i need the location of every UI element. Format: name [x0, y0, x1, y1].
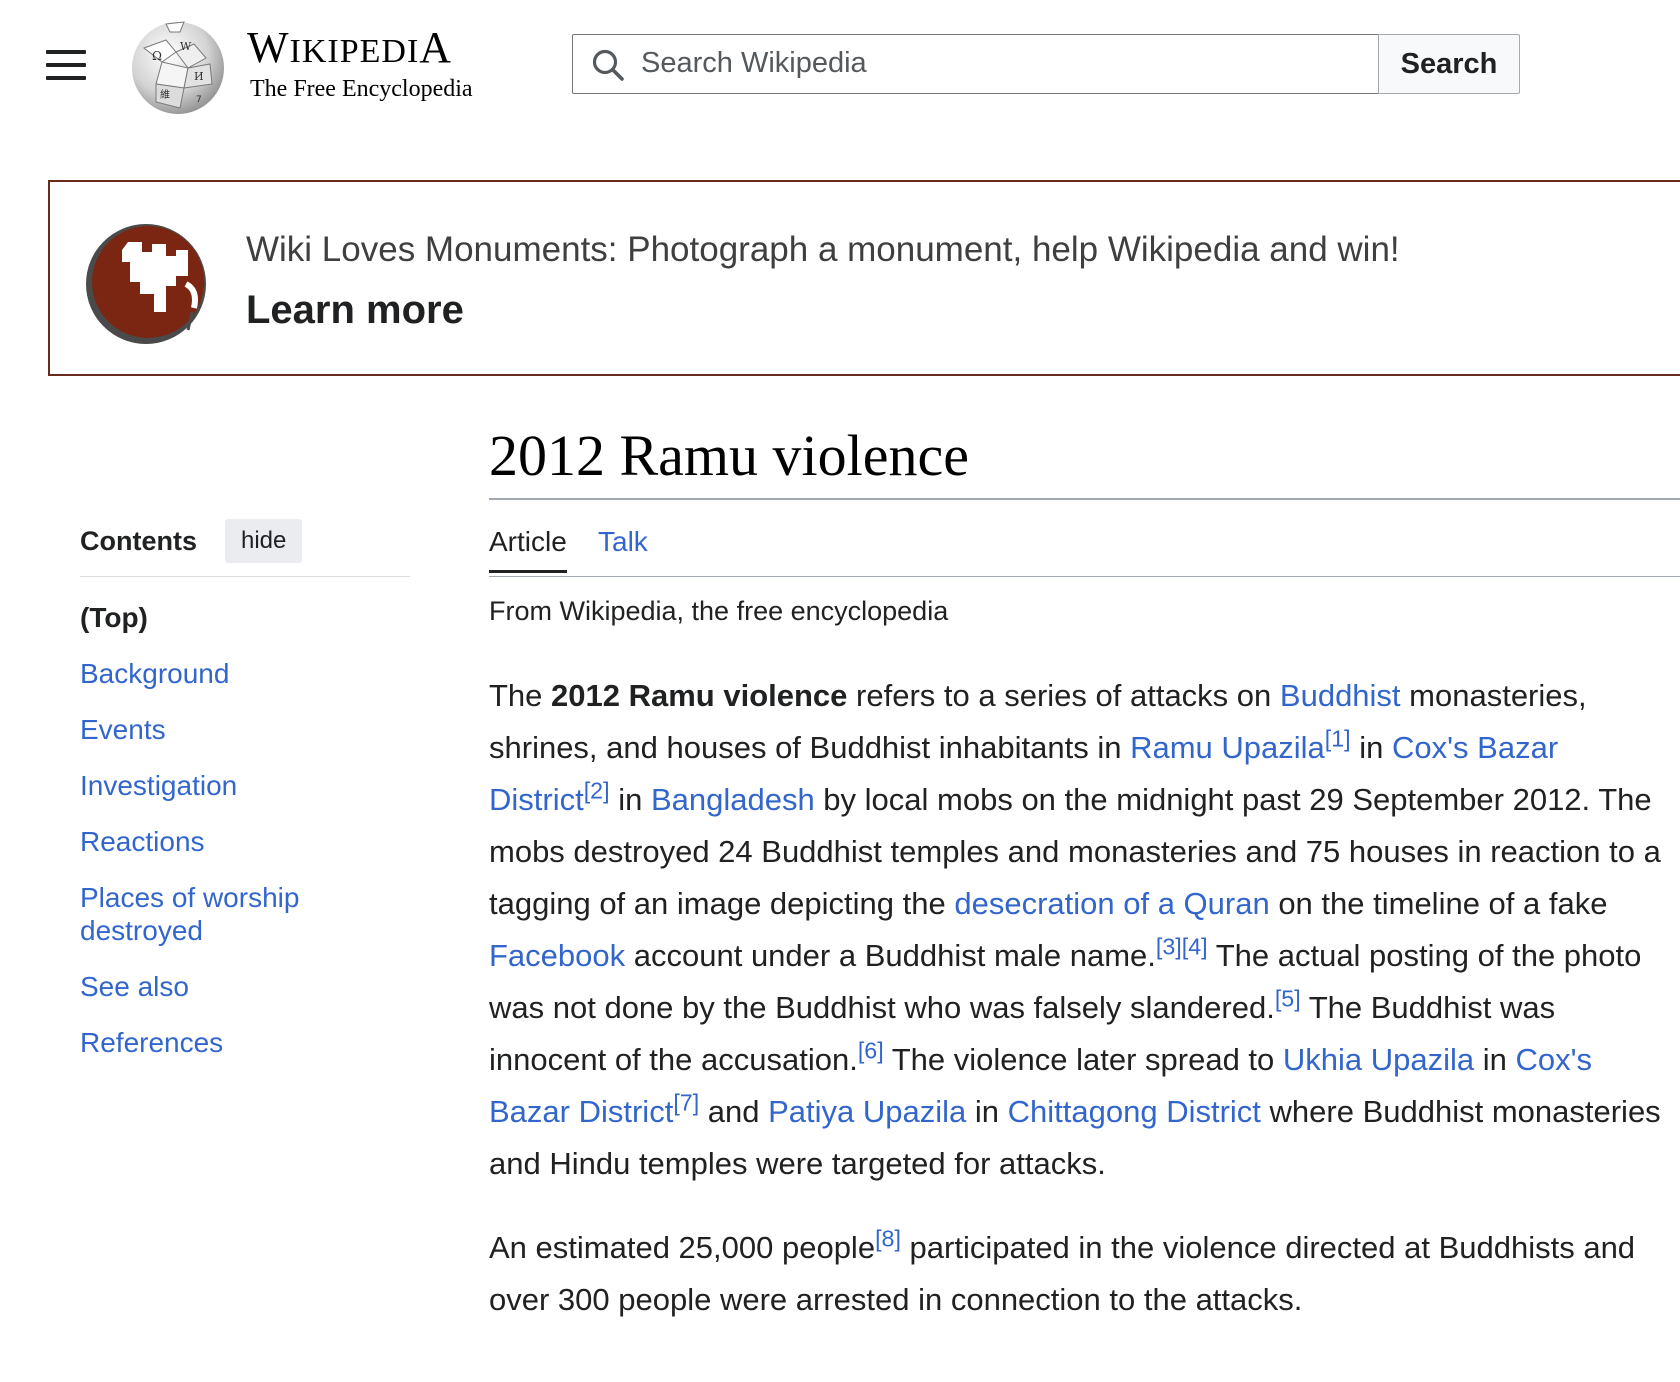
- toc-item-investigation[interactable]: Investigation: [80, 769, 410, 802]
- table-of-contents: Contents hide (Top) Background Events In…: [80, 516, 410, 1059]
- tab-talk[interactable]: Talk: [598, 526, 648, 558]
- tab-article[interactable]: Article: [489, 526, 567, 573]
- link-desecration-of-a-quran[interactable]: desecration of a Quran: [954, 886, 1269, 921]
- link-ramu-upazila[interactable]: Ramu Upazila: [1130, 730, 1325, 765]
- link-ukhia-upazila[interactable]: Ukhia Upazila: [1283, 1042, 1474, 1077]
- hamburger-icon-bar: [46, 63, 86, 67]
- link-buddhist[interactable]: Buddhist: [1280, 678, 1401, 713]
- wordmark-title: WIKIPEDIA: [247, 23, 453, 72]
- text: on the timeline of a fake: [1269, 886, 1608, 921]
- toc-item-places-of-worship-destroyed[interactable]: Places of worship destroyed: [80, 881, 320, 947]
- citation-1[interactable]: [1]: [1325, 726, 1351, 752]
- wikipedia-globe-icon[interactable]: Ω W И 維 7: [126, 18, 230, 116]
- link-patiya-upazila[interactable]: Patiya Upazila: [768, 1094, 966, 1129]
- toc-item-references[interactable]: References: [80, 1026, 410, 1059]
- citation-7[interactable]: [7]: [673, 1090, 699, 1116]
- search-field[interactable]: [572, 34, 1378, 94]
- text: in: [1350, 730, 1393, 765]
- campaign-banner: Wiki Loves Monuments: Photograph a monum…: [48, 180, 1680, 376]
- toc-title: Contents: [80, 526, 197, 556]
- search-input[interactable]: [641, 35, 1361, 91]
- toc-hide-button[interactable]: hide: [225, 519, 303, 563]
- hamburger-icon-bar: [46, 76, 86, 80]
- toc-item-top[interactable]: (Top): [80, 601, 410, 634]
- citation-5[interactable]: [5]: [1275, 986, 1301, 1012]
- page-tabs: Article Talk: [489, 516, 1680, 577]
- hamburger-icon: [46, 50, 86, 54]
- text: and: [699, 1094, 769, 1129]
- main-menu-button[interactable]: [46, 48, 86, 82]
- citation-4[interactable]: [4]: [1182, 934, 1208, 960]
- wiki-loves-monuments-icon: [86, 224, 206, 344]
- citation-3[interactable]: [3]: [1156, 934, 1182, 960]
- link-bangladesh[interactable]: Bangladesh: [651, 782, 815, 817]
- toc-item-events[interactable]: Events: [80, 713, 410, 746]
- text: in: [1474, 1042, 1516, 1077]
- toc-item-see-also[interactable]: See also: [80, 970, 410, 1003]
- toc-item-reactions[interactable]: Reactions: [80, 825, 410, 858]
- wordmark-tagline: The Free Encyclopedia: [250, 76, 473, 102]
- link-chittagong-district[interactable]: Chittagong District: [1008, 1094, 1261, 1129]
- text: in: [966, 1094, 1008, 1129]
- article-subject: 2012 Ramu violence: [551, 678, 848, 713]
- search-icon: [592, 49, 624, 81]
- toc-header: Contents hide: [80, 516, 410, 577]
- citation-6[interactable]: [6]: [858, 1038, 884, 1064]
- citation-8[interactable]: [8]: [875, 1226, 901, 1252]
- svg-text:И: И: [194, 70, 204, 83]
- page-title: 2012 Ramu violence: [489, 424, 1680, 500]
- text: An estimated 25,000 people: [489, 1230, 876, 1265]
- text: The: [489, 678, 552, 713]
- site-tagline: From Wikipedia, the free encyclopedia: [489, 596, 949, 626]
- svg-text:7: 7: [196, 95, 202, 105]
- banner-message: Wiki Loves Monuments: Photograph a monum…: [246, 230, 1400, 269]
- paragraph-1: The 2012 Ramu violence refers to a serie…: [489, 670, 1669, 1190]
- svg-text:Ω: Ω: [152, 49, 162, 63]
- link-facebook[interactable]: Facebook: [489, 938, 625, 973]
- learn-more-link[interactable]: Learn more: [246, 288, 464, 333]
- search-button[interactable]: Search: [1378, 34, 1520, 94]
- toc-item-background[interactable]: Background: [80, 657, 410, 690]
- wikipedia-wordmark[interactable]: WIKIPEDIA The Free Encyclopedia: [247, 26, 473, 104]
- article-body: The 2012 Ramu violence refers to a serie…: [489, 670, 1669, 1358]
- text: in: [609, 782, 651, 817]
- svg-text:維: 維: [160, 88, 170, 101]
- paragraph-2: An estimated 25,000 people[8] participat…: [489, 1222, 1669, 1326]
- text: account under a Buddhist male name.: [625, 938, 1156, 973]
- text: The violence later spread to: [883, 1042, 1283, 1077]
- toc-list: (Top) Background Events Investigation Re…: [80, 601, 410, 1059]
- svg-text:W: W: [180, 40, 192, 53]
- text: refers to a series of attacks on: [847, 678, 1280, 713]
- citation-2[interactable]: [2]: [584, 778, 610, 804]
